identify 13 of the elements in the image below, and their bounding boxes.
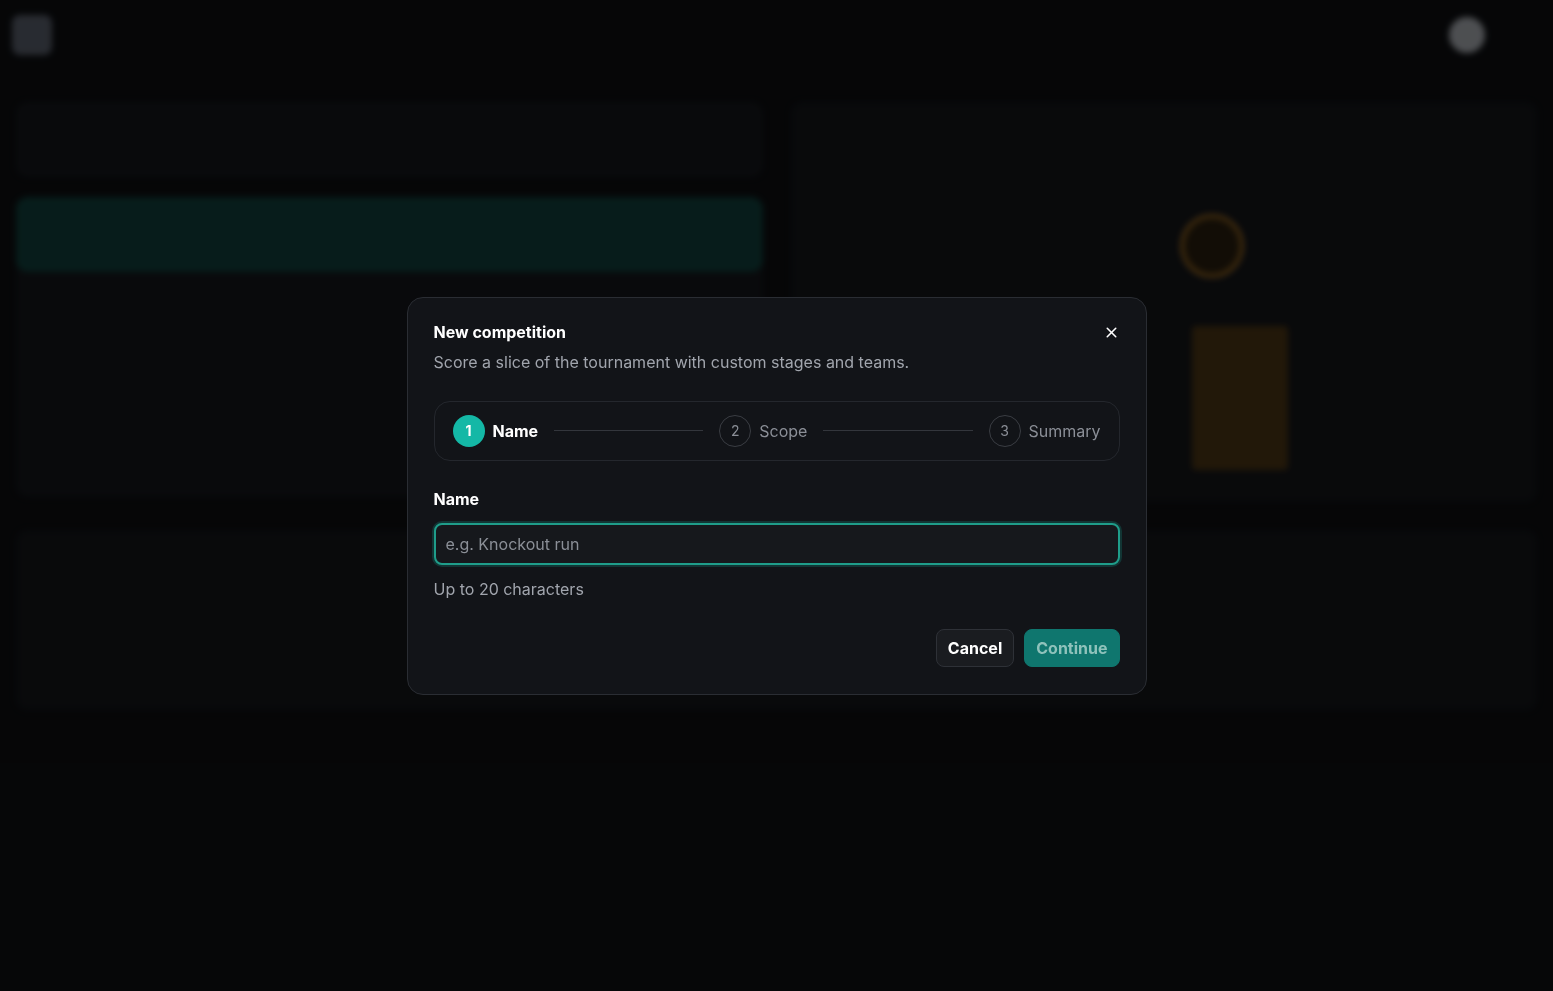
step-label: Summary bbox=[1028, 419, 1101, 443]
step-label: Name bbox=[492, 419, 539, 443]
cancel-button[interactable]: Cancel bbox=[935, 628, 1015, 667]
dialog-description: Score a slice of the tournament with custom stages and teams. bbox=[433, 350, 910, 374]
step[interactable]: 1 Name bbox=[452, 414, 539, 447]
field-hint: Up to 20 characters bbox=[433, 577, 585, 601]
step[interactable]: 2 Scope bbox=[719, 414, 808, 447]
name-field[interactable]: e.g. Knockout run bbox=[433, 522, 1120, 565]
dialog-title: New competition bbox=[433, 321, 566, 342]
step-number: 1 bbox=[452, 414, 485, 447]
field-label: Name bbox=[433, 487, 481, 511]
step-label: Scope bbox=[759, 419, 808, 443]
step[interactable]: 3 Summary bbox=[988, 414, 1101, 447]
